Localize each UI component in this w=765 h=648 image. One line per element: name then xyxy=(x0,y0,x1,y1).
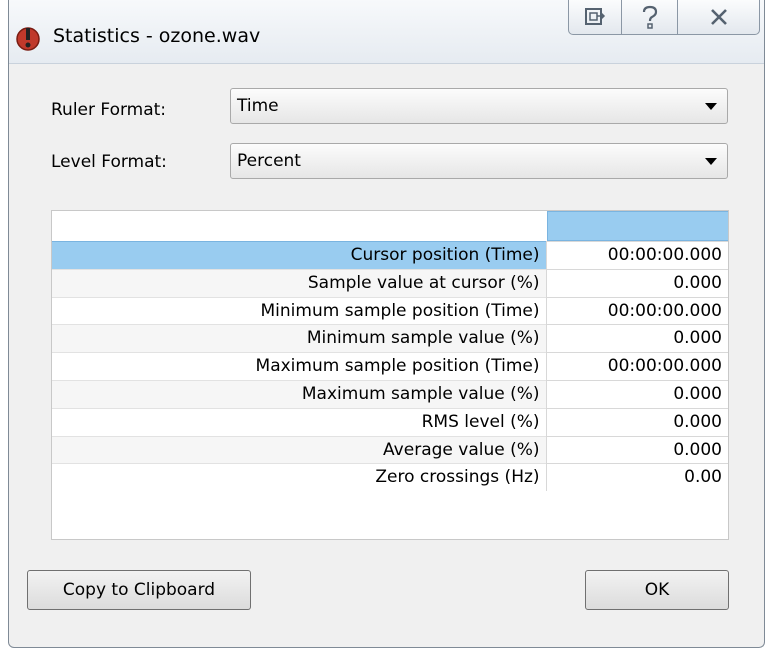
table-row[interactable]: Minimum sample value (%) 0.000 xyxy=(52,324,728,353)
row-name: Maximum sample position (Time) xyxy=(52,352,546,380)
restore-button[interactable] xyxy=(568,0,622,35)
level-format-label: Level Format: xyxy=(51,152,167,172)
table-row[interactable]: Average value (%) 0.000 xyxy=(52,435,728,464)
table-row[interactable]: Sample value at cursor (%) 0.000 xyxy=(52,268,728,297)
row-value: 0.000 xyxy=(545,324,728,353)
statistics-dialog: Statistics - ozone.wav Ruler Format: Tim… xyxy=(8,0,765,648)
level-format-select[interactable]: Percent xyxy=(230,143,728,179)
row-name: Zero crossings (Hz) xyxy=(52,463,546,492)
table-row[interactable]: RMS level (%) 0.000 xyxy=(52,407,728,436)
row-name: Cursor position (Time) xyxy=(52,241,546,269)
table-row[interactable]: Maximum sample position (Time) 00:00:00.… xyxy=(52,352,728,380)
row-value: 0.000 xyxy=(545,379,728,408)
row-value: 00:00:00.000 xyxy=(545,352,728,380)
level-format-value: Percent xyxy=(237,151,301,171)
help-button[interactable] xyxy=(622,0,678,35)
ruler-format-value: Time xyxy=(237,96,279,116)
window-title: Statistics - ozone.wav xyxy=(53,25,261,47)
close-icon xyxy=(710,9,727,25)
row-name: RMS level (%) xyxy=(52,407,546,436)
table-row[interactable]: Cursor position (Time) 00:00:00.000 xyxy=(52,241,728,269)
row-name: Average value (%) xyxy=(52,435,546,464)
ok-button[interactable]: OK xyxy=(585,570,729,610)
row-value: 0.00 xyxy=(545,463,728,492)
restore-window-icon xyxy=(585,8,606,25)
row-value: 00:00:00.000 xyxy=(545,241,728,269)
title-bar: Statistics - ozone.wav xyxy=(9,0,764,64)
chevron-down-icon xyxy=(705,158,717,165)
row-name: Maximum sample value (%) xyxy=(52,379,546,408)
help-icon xyxy=(642,5,657,29)
row-value: 0.000 xyxy=(545,268,728,297)
ruler-format-select[interactable]: Time xyxy=(230,88,728,124)
copy-to-clipboard-button[interactable]: Copy to Clipboard xyxy=(27,570,251,610)
row-name: Minimum sample value (%) xyxy=(52,324,546,353)
caption-buttons xyxy=(568,0,760,36)
row-name: Minimum sample position (Time) xyxy=(52,296,546,325)
row-value: 00:00:00.000 xyxy=(545,296,728,325)
row-value: 0.000 xyxy=(545,435,728,464)
table-rows: Cursor position (Time) 00:00:00.000 Samp… xyxy=(52,241,728,492)
table-row[interactable]: Maximum sample value (%) 0.000 xyxy=(52,379,728,408)
ruler-format-label: Ruler Format: xyxy=(51,100,167,120)
row-name: Sample value at cursor (%) xyxy=(52,268,546,297)
audio-app-icon xyxy=(16,27,40,51)
table-row[interactable]: Minimum sample position (Time) 00:00:00.… xyxy=(52,296,728,325)
close-button[interactable] xyxy=(678,0,760,35)
statistics-table[interactable]: Cursor position (Time) 00:00:00.000 Samp… xyxy=(51,210,729,540)
table-row[interactable]: Zero crossings (Hz) 0.00 xyxy=(52,463,728,492)
value-column-header[interactable] xyxy=(547,211,728,241)
chevron-down-icon xyxy=(705,103,717,110)
table-header xyxy=(52,211,728,241)
row-value: 0.000 xyxy=(545,407,728,436)
